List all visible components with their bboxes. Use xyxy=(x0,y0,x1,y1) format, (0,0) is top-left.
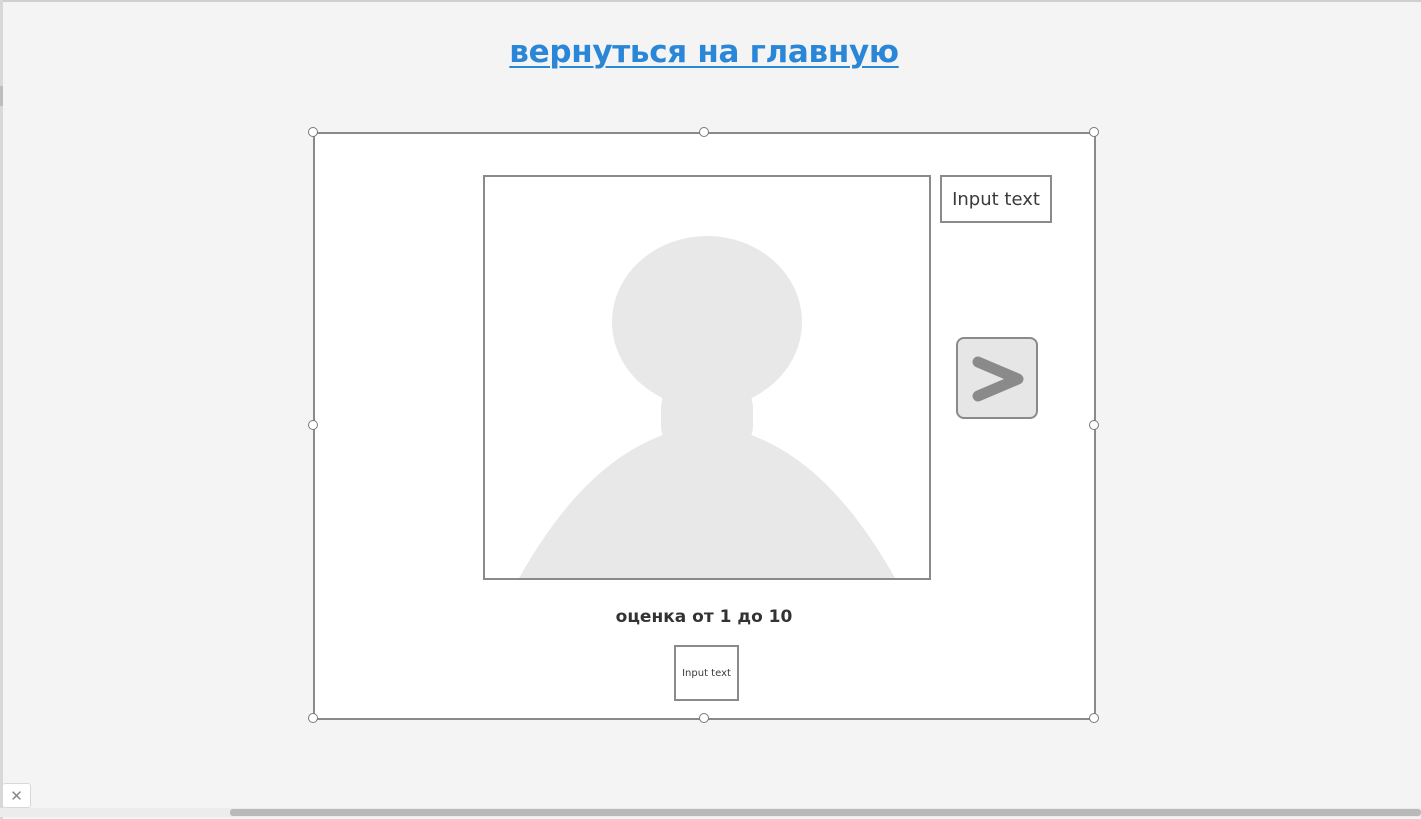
resize-handle-top-left[interactable] xyxy=(308,127,318,137)
back-to-home-link-wrapper: вернуться на главную xyxy=(0,34,1408,70)
person-placeholder-icon xyxy=(519,236,895,578)
resize-handle-bottom-left[interactable] xyxy=(308,713,318,723)
resize-handle-bottom-center[interactable] xyxy=(699,713,709,723)
horizontal-scrollbar-thumb[interactable] xyxy=(230,809,1421,816)
resize-handle-top-center[interactable] xyxy=(699,127,709,137)
back-to-home-link[interactable]: вернуться на главную xyxy=(509,34,899,70)
left-border-nub xyxy=(0,86,3,106)
caption-input-text: Input text xyxy=(952,188,1040,210)
resize-handle-top-right[interactable] xyxy=(1089,127,1099,137)
rating-input-text: Input text xyxy=(682,667,731,679)
chevron-right-icon xyxy=(972,356,1024,402)
close-icon: ✕ xyxy=(10,786,23,805)
left-border xyxy=(0,0,3,819)
rating-label: оценка от 1 до 10 xyxy=(615,607,793,627)
rating-input[interactable]: Input text xyxy=(674,645,739,701)
top-border xyxy=(0,0,1421,2)
next-button[interactable] xyxy=(956,337,1038,419)
resize-handle-bottom-right[interactable] xyxy=(1089,713,1099,723)
close-button[interactable]: ✕ xyxy=(2,783,31,808)
resize-handle-middle-left[interactable] xyxy=(308,420,318,430)
caption-input[interactable]: Input text xyxy=(940,175,1052,223)
resize-handle-middle-right[interactable] xyxy=(1089,420,1099,430)
profile-photo xyxy=(483,175,931,580)
